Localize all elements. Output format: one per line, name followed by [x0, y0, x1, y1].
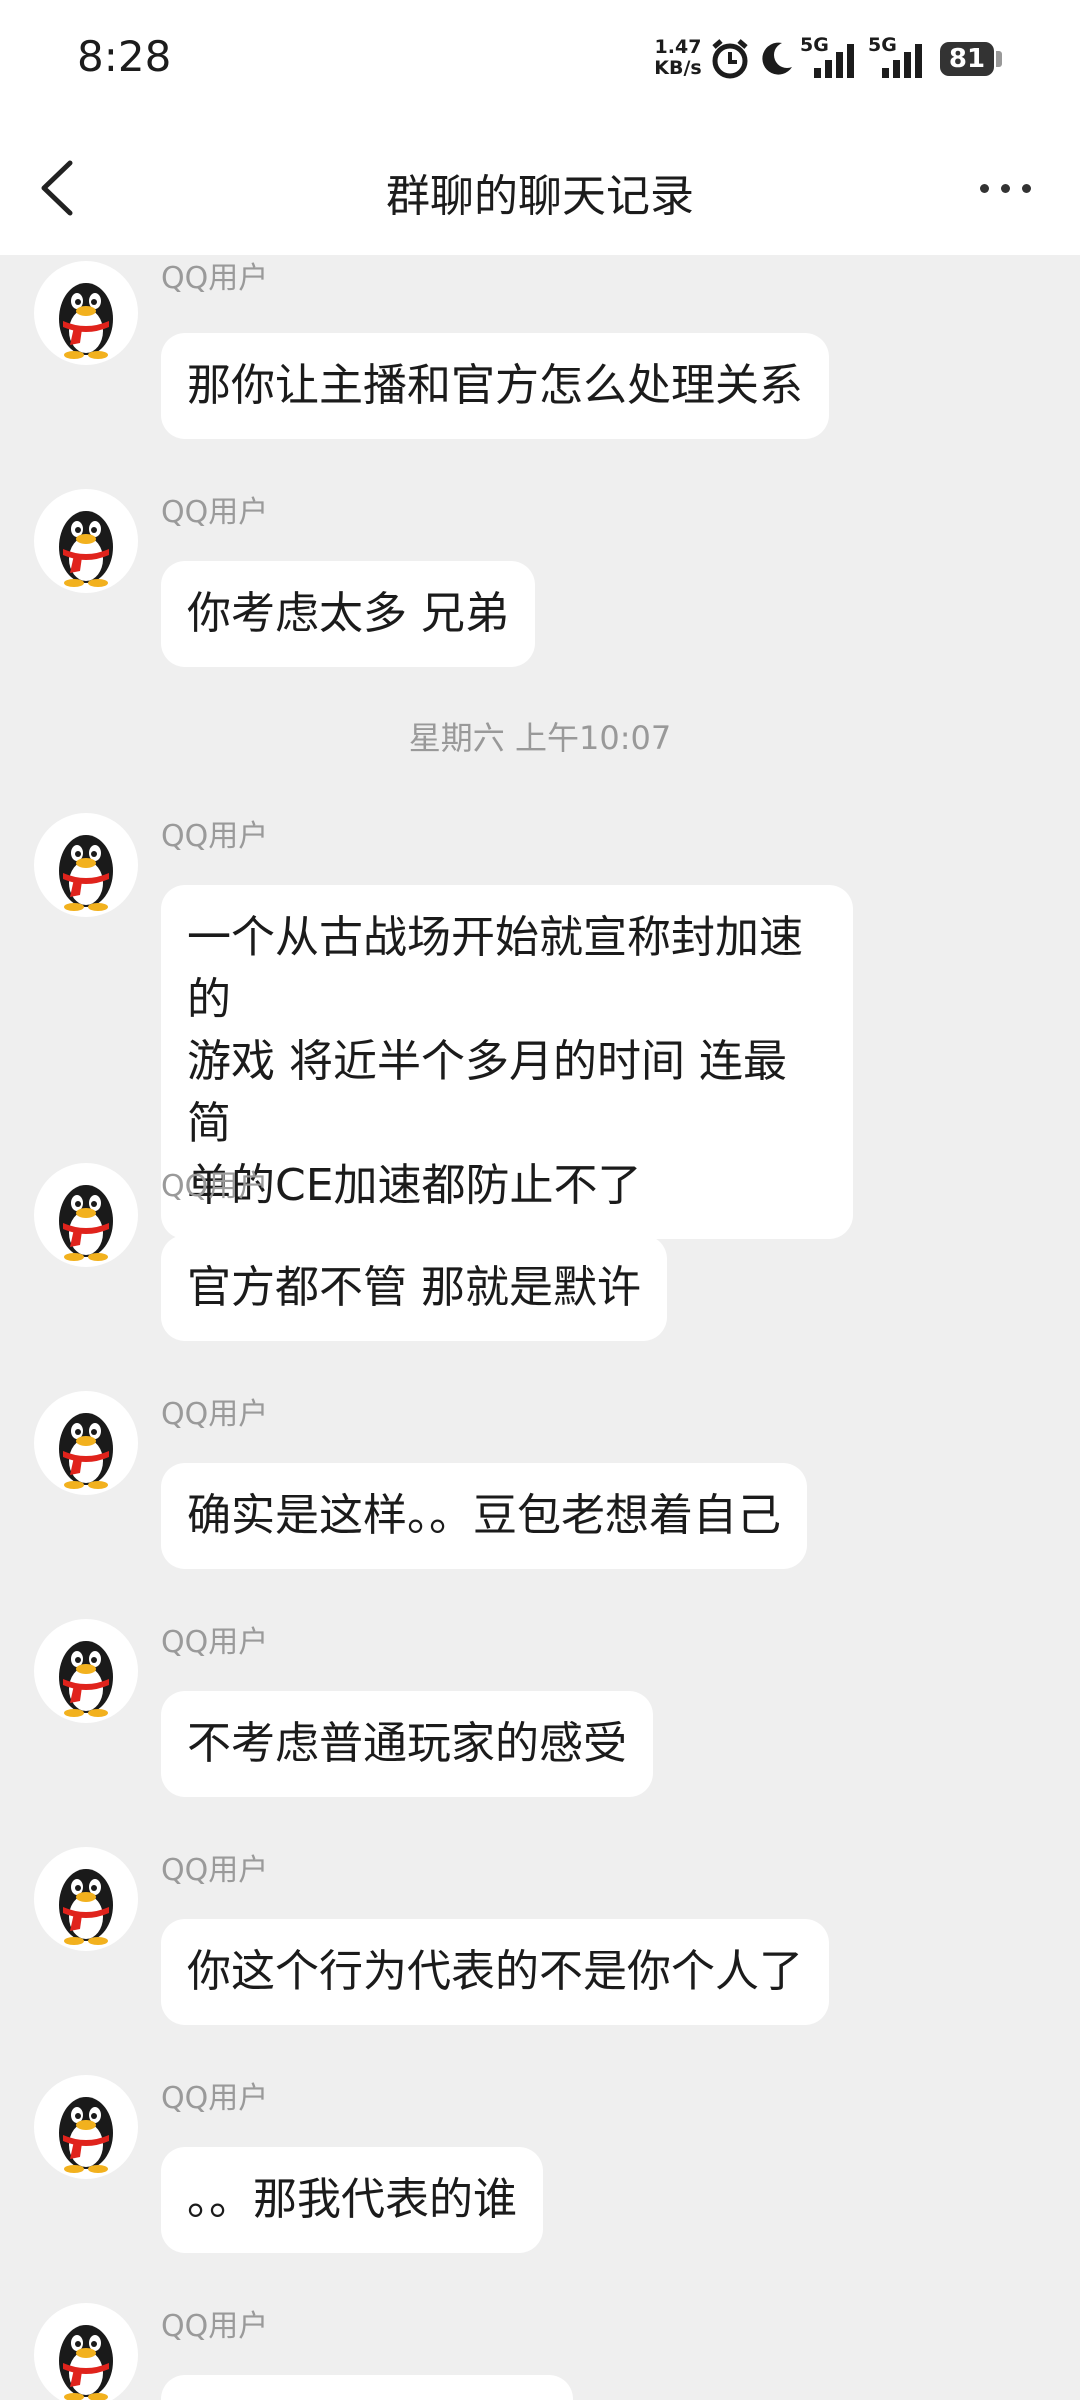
battery-tip — [996, 51, 1002, 67]
avatar[interactable] — [34, 1847, 138, 1951]
more-dot-icon — [1001, 184, 1010, 193]
sender-name: QQ用户 — [161, 1169, 269, 1204]
avatar[interactable] — [34, 1163, 138, 1267]
avatar[interactable] — [34, 1619, 138, 1723]
sim1-signal: 5G — [800, 34, 860, 80]
avatar[interactable] — [34, 2303, 138, 2400]
do-not-disturb-moon-icon — [762, 42, 792, 75]
sender-name: QQ用户 — [161, 2309, 269, 2344]
penguin-avatar-icon — [59, 1185, 113, 1261]
network-speed-unit: KB/s — [654, 57, 702, 79]
sender-name: QQ用户 — [161, 1853, 269, 1888]
more-options-button[interactable] — [972, 160, 1038, 216]
network-speed-value: 1.47 — [654, 36, 702, 58]
sender-name: QQ用户 — [161, 495, 269, 530]
chat-timestamp: 星期六 上午10:07 — [408, 719, 672, 757]
status-time: 8:28 — [77, 32, 172, 81]
sender-name: QQ用户 — [161, 1625, 269, 1660]
message-bubble[interactable]: 那你让主播和官方怎么处理关系 — [161, 333, 829, 439]
penguin-avatar-icon — [59, 1869, 113, 1945]
message-bubble[interactable]: 你这个行为代表的不是你个人了 — [161, 1919, 829, 2025]
message-bubble[interactable]: 不考虑普通玩家的感受 — [161, 1691, 653, 1797]
penguin-avatar-icon — [59, 2325, 113, 2400]
message-bubble[interactable]: 。。那我代表的谁 — [161, 2147, 543, 2253]
nav-bar: 群聊的聊天记录 — [0, 120, 1080, 255]
network-speed: 1.47 KB/s — [650, 37, 706, 79]
sender-name: QQ用户 — [161, 2081, 269, 2116]
penguin-avatar-icon — [59, 511, 113, 587]
penguin-avatar-icon — [59, 283, 113, 359]
penguin-avatar-icon — [59, 2097, 113, 2173]
penguin-avatar-icon — [59, 1413, 113, 1489]
penguin-avatar-icon — [59, 835, 113, 911]
avatar[interactable] — [34, 813, 138, 917]
message-bubble[interactable]: 确实是这样。。豆包老想着自己 — [161, 1463, 807, 1569]
more-dot-icon — [1022, 184, 1031, 193]
battery-indicator: 81 — [940, 42, 994, 76]
avatar[interactable] — [34, 1391, 138, 1495]
avatar[interactable] — [34, 489, 138, 593]
message-bubble[interactable] — [161, 2375, 573, 2400]
chat-history[interactable]: QQ用户 那你让主播和官方怎么处理关系 QQ用户 你考虑太多 兄弟 星期六 上午… — [0, 255, 1080, 2400]
alarm-icon — [712, 39, 748, 79]
avatar[interactable] — [34, 2075, 138, 2179]
sender-name: QQ用户 — [161, 261, 269, 296]
signal-bars-icon — [814, 44, 854, 78]
message-bubble[interactable]: 官方都不管 那就是默许 — [161, 1235, 667, 1341]
message-bubble[interactable]: 你考虑太多 兄弟 — [161, 561, 535, 667]
signal-bars-icon — [882, 44, 922, 78]
sender-name: QQ用户 — [161, 819, 269, 854]
page-title: 群聊的聊天记录 — [386, 171, 694, 222]
more-dot-icon — [980, 184, 989, 193]
avatar[interactable] — [34, 261, 138, 365]
sim2-signal: 5G — [868, 34, 930, 80]
status-bar: 8:28 1.47 KB/s 5G 5G 81 — [0, 0, 1080, 120]
penguin-avatar-icon — [59, 1641, 113, 1717]
sender-name: QQ用户 — [161, 1397, 269, 1432]
